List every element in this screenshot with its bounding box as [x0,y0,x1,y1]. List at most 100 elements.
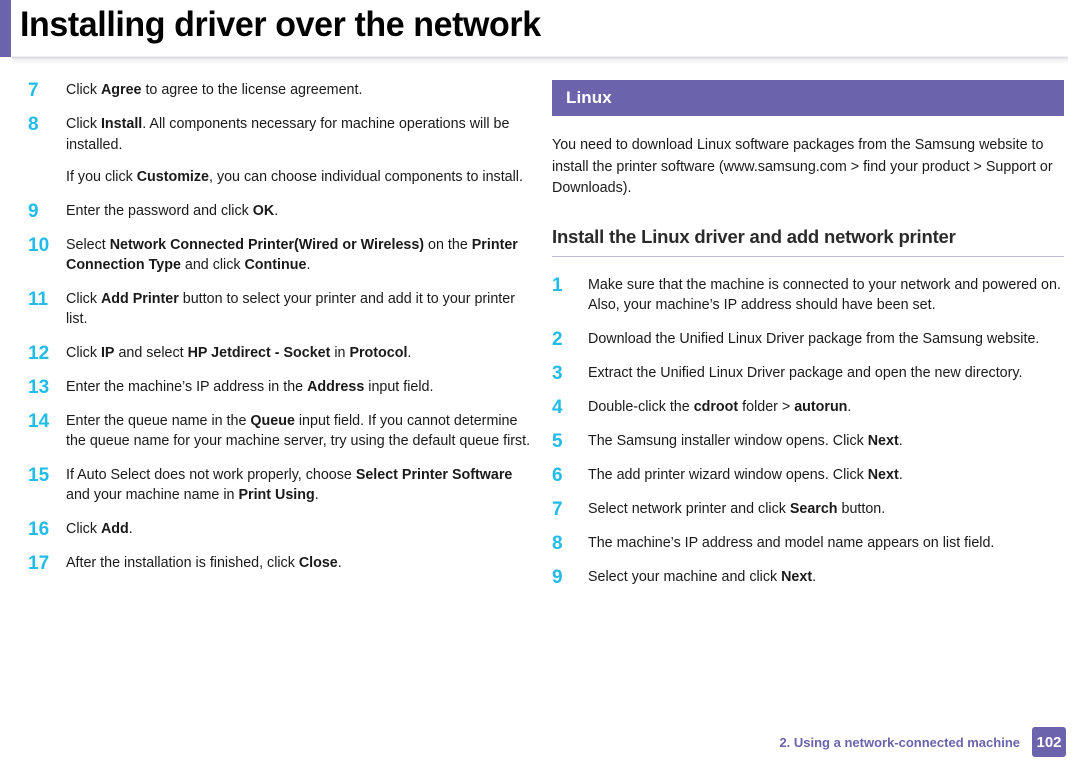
emphasis-text: Add [100,520,129,537]
numbered-step: 9 Enter the password and click OK. [28,201,536,222]
step-text: The machine’s IP address and model name … [588,533,1064,554]
step-number: 9 [552,566,563,588]
step-text: Click Install. All components necessary … [66,114,536,188]
emphasis-text: Agree [100,82,142,98]
step-number: 7 [552,498,563,520]
step-number: 4 [552,396,563,418]
emphasis-text: IP [100,344,115,361]
step-paragraph: Make sure that the machine is connected … [588,275,1064,316]
emphasis-text: Protocol [349,344,408,361]
step-paragraph: Enter the machine’s IP address in the Ad… [66,377,536,398]
step-number: 17 [28,552,50,574]
numbered-step: 7 Select network printer and click Search… [552,499,1064,520]
step-number: 13 [28,376,50,398]
right-step-list: 1 Make sure that the machine is connected… [552,275,1064,588]
body-text: Double-click the [588,398,694,415]
step-number: 16 [28,518,50,540]
emphasis-text: Next [867,432,899,449]
section-band-linux: Linux [552,80,1064,116]
left-step-list: 7 Click Agree to agree to the license agr… [28,80,536,574]
body-text: After the installation is finished, clic… [66,554,299,571]
body-text: Select your machine and click [588,568,782,585]
step-number: 10 [28,234,50,256]
step-number: 8 [28,114,39,135]
body-text: If Auto Select does not work properly, c… [66,466,356,483]
numbered-step: 2 Download the Unified Linux Driver packa… [552,329,1064,350]
body-text: . [407,344,412,361]
body-text: Enter the password and click [66,202,253,219]
step-paragraph: Click Add Printer button to select your … [66,289,536,330]
step-text: Extract the Unified Linux Driver package… [588,363,1064,384]
numbered-step: 6 The add printer wizard window opens. Cl… [552,465,1064,486]
step-paragraph: Select your machine and click Next. [588,567,1064,588]
body-text: Make sure that the machine is connected … [588,276,1061,314]
body-text: folder > [738,398,795,415]
emphasis-text: OK [252,202,275,219]
step-text: Download the Unified Linux Driver packag… [588,329,1064,350]
body-text: Select [66,236,110,253]
emphasis-text: Address [307,378,365,395]
body-text: Enter the machine’s IP address in the [66,378,308,395]
numbered-step: 17 After the installation is finished, cl… [28,553,536,574]
step-paragraph: If Auto Select does not work properly, c… [66,465,536,506]
step-text: Select network printer and click Search … [588,499,1064,520]
linux-subheading: Install the Linux driver and add network… [552,226,1064,257]
step-number: 12 [28,342,50,364]
body-text: . [812,568,817,585]
body-text: . [337,554,342,571]
body-text: Click [66,116,101,132]
numbered-step: 3 Extract the Unified Linux Driver packag… [552,363,1064,384]
step-text: Click IP and select HP Jetdirect - Socke… [66,343,536,364]
emphasis-text: Add Printer [100,290,179,307]
body-text: . [847,398,852,415]
body-text: . [274,202,279,219]
step-paragraph: The Samsung installer window opens. Clic… [588,431,1064,452]
emphasis-text: Next [867,466,899,483]
step-text: Enter the machine’s IP address in the Ad… [66,377,536,398]
numbered-step: 1 Make sure that the machine is connected… [552,275,1064,316]
body-text: Click [66,520,101,537]
step-number: 1 [552,274,563,296]
step-text: Select Network Connected Printer(Wired o… [66,235,536,276]
page-header: Installing driver over the network [0,0,1080,65]
step-paragraph: Click Install. All components necessary … [66,114,536,155]
step-number: 3 [552,362,563,384]
emphasis-text: autorun [794,398,848,415]
body-text: button. [837,500,886,517]
step-paragraph: Download the Unified Linux Driver packag… [588,329,1064,350]
emphasis-text: Print Using [238,487,315,503]
body-text: Download the Unified Linux Driver packag… [588,330,1040,347]
body-text: Enter the queue name in the [66,412,251,429]
step-text: Click Add. [66,519,536,540]
body-text: Select network printer and click [588,500,790,517]
step-paragraph: Double-click the cdroot folder > autorun… [588,397,1064,418]
page-footer: 2. Using a network-connected machine 102 [779,727,1066,757]
body-text: Click [66,82,101,98]
step-number: 9 [28,200,39,222]
body-text: If you click [66,169,137,185]
emphasis-text: Search [789,500,838,517]
step-number: 6 [552,464,563,486]
step-text: Enter the queue name in the Queue input … [66,411,536,452]
body-text: Extract the Unified Linux Driver package… [588,364,1023,381]
step-text: Click Agree to agree to the license agre… [66,80,536,101]
left-column: 7 Click Agree to agree to the license agr… [28,80,536,587]
body-text: and your machine name in [66,487,239,503]
step-paragraph: Click Agree to agree to the license agre… [66,80,536,101]
numbered-step: 15 If Auto Select does not work properly,… [28,465,536,506]
step-number: 5 [552,430,563,452]
numbered-step: 8 Click Install. All components necessary… [28,114,536,188]
body-text: and select [114,344,188,361]
numbered-step: 14 Enter the queue name in the Queue inpu… [28,411,536,452]
step-paragraph: The add printer wizard window opens. Cli… [588,465,1064,486]
emphasis-text: Queue [250,412,295,429]
body-text: in [330,344,350,361]
step-text: Make sure that the machine is connected … [588,275,1064,316]
body-text: input field. [364,378,434,395]
step-paragraph: After the installation is finished, clic… [66,553,536,574]
numbered-step: 4 Double-click the cdroot folder > autoru… [552,397,1064,418]
emphasis-text: cdroot [693,398,739,415]
step-sub-paragraph: If you click Customize, you can choose i… [66,167,536,188]
numbered-step: 8 The machine’s IP address and model name… [552,533,1064,554]
step-text: The Samsung installer window opens. Clic… [588,431,1064,452]
